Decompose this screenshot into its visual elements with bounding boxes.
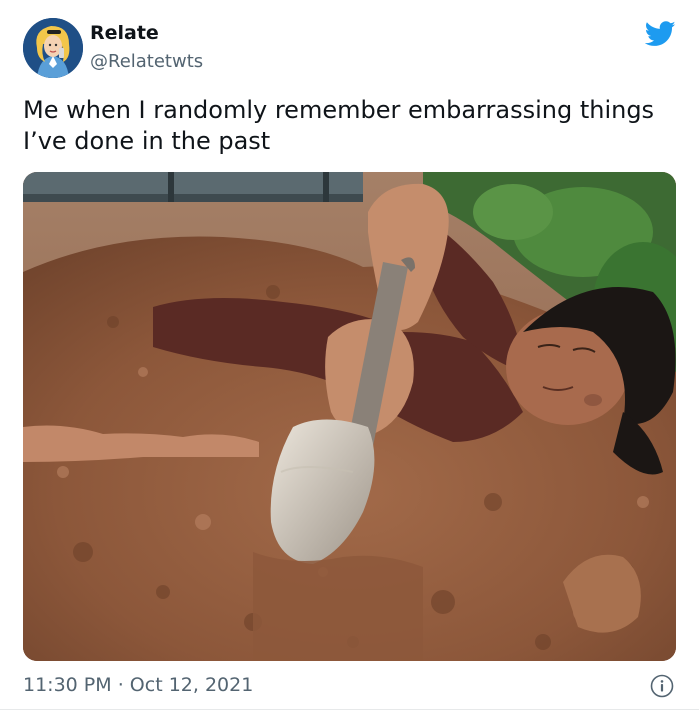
divider <box>0 709 699 710</box>
author-name[interactable]: Relate <box>90 22 159 44</box>
info-icon[interactable] <box>650 674 674 698</box>
tweet-time: 11:30 PM <box>23 674 112 696</box>
twitter-bird-icon[interactable] <box>645 21 676 47</box>
tweet-photo[interactable] <box>23 172 676 661</box>
tweet-text: Me when I randomly remember embarrassing… <box>23 96 655 155</box>
tweet-timestamp[interactable]: 11:30 PM · Oct 12, 2021 <box>23 674 253 696</box>
tweet-date: Oct 12, 2021 <box>129 674 254 696</box>
timestamp-separator: · <box>117 674 124 696</box>
tweet-card: Relate @Relatetwts Me when I randomly re… <box>0 0 699 712</box>
author-handle[interactable]: @Relatetwts <box>90 51 203 72</box>
avatar[interactable] <box>23 18 83 78</box>
